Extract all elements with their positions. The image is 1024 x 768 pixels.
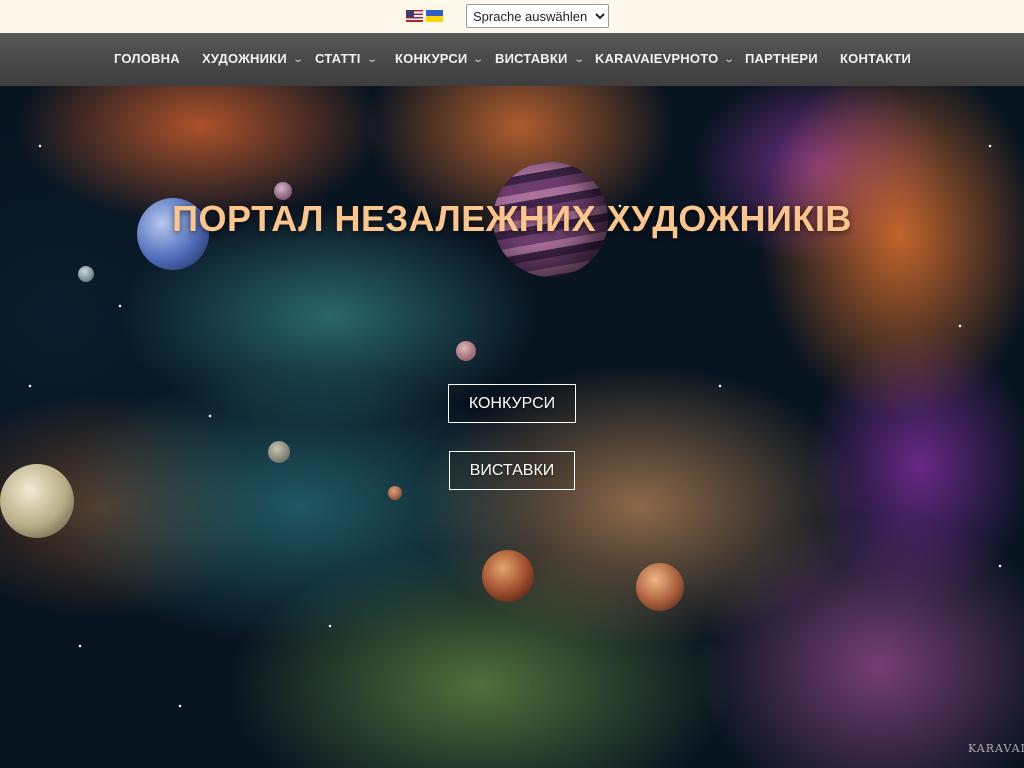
nav-item-contacts[interactable]: КОНТАКТИ — [840, 51, 911, 67]
planet-image — [78, 266, 94, 282]
ua-flag-icon[interactable] — [426, 10, 443, 22]
nav-item-label: ХУДОЖНИКИ — [202, 51, 287, 66]
language-select[interactable]: Sprache auswählen — [466, 4, 609, 28]
top-bar: Sprache auswählen — [0, 0, 1024, 33]
nav-item-karavaievphoto[interactable]: KARAVAIEVPHOTO ⌄ — [595, 51, 736, 69]
main-nav: ГОЛОВНА ХУДОЖНИКИ ⌄ СТАТТІ ⌄ КОНКУРСИ ⌄ ВИС… — [0, 33, 1024, 86]
chevron-down-icon: ⌄ — [365, 54, 378, 65]
planet-image — [636, 563, 684, 611]
nav-item-exhibitions[interactable]: ВИСТАВКИ ⌄ — [495, 51, 585, 69]
nav-item-contests[interactable]: КОНКУРСИ ⌄ — [395, 51, 485, 69]
planet-image — [388, 486, 402, 500]
nav-item-partners[interactable]: ПАРТНЕРИ — [745, 51, 818, 67]
page-title: ПОРТАЛ НЕЗАЛЕЖНИХ ХУДОЖНИКІВ — [172, 198, 852, 239]
chevron-down-icon: ⌄ — [723, 54, 736, 65]
chevron-down-icon: ⌄ — [472, 54, 485, 65]
nav-item-artists[interactable]: ХУДОЖНИКИ ⌄ — [202, 51, 305, 69]
nav-item-label: КОНКУРСИ — [395, 51, 468, 66]
hero-banner: ПОРТАЛ НЕЗАЛЕЖНИХ ХУДОЖНИКІВ КОНКУРСИ ВИ… — [0, 86, 1024, 768]
planet-image — [268, 441, 290, 463]
artist-signature: KARAVAIE — [968, 742, 1024, 755]
nav-item-label: СТАТТІ — [315, 51, 361, 66]
chevron-down-icon: ⌄ — [292, 54, 305, 65]
nav-item-label: ВИСТАВКИ — [495, 51, 568, 66]
planet-image — [0, 464, 74, 538]
nav-item-home[interactable]: ГОЛОВНА — [114, 51, 180, 67]
nav-item-articles[interactable]: СТАТТІ ⌄ — [315, 51, 378, 69]
nav-item-label: КОНТАКТИ — [840, 51, 912, 66]
chevron-down-icon: ⌄ — [572, 54, 585, 65]
language-flags — [406, 10, 443, 22]
nav-item-label: ГОЛОВНА — [114, 51, 180, 66]
contests-button[interactable]: КОНКУРСИ — [448, 384, 576, 423]
us-flag-icon[interactable] — [406, 10, 423, 22]
exhibitions-button[interactable]: ВИСТАВКИ — [449, 451, 575, 490]
planet-image — [482, 550, 534, 602]
planet-image — [456, 341, 476, 361]
nav-item-label: ПАРТНЕРИ — [745, 51, 818, 66]
nav-item-label: KARAVAIEVPHOTO — [595, 51, 719, 66]
